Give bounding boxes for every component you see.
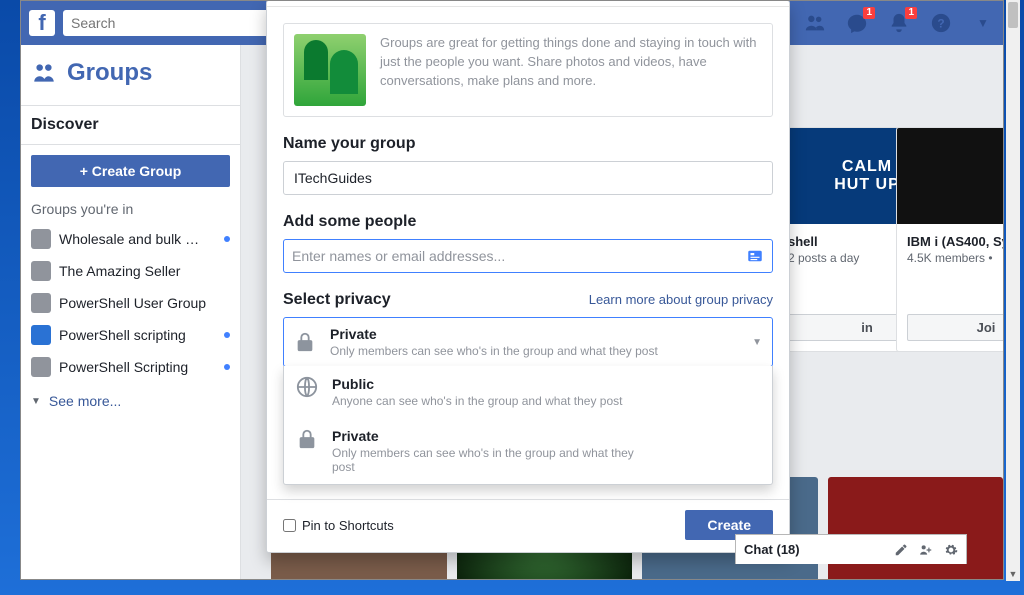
sidebar-header: Groups [21, 45, 240, 105]
lock-icon [294, 331, 316, 353]
topbar-right: 1 1 ? ▼ [803, 11, 995, 35]
create-group-button[interactable]: + Create Group [31, 155, 230, 187]
privacy-selected-title: Private [330, 326, 752, 342]
lock-icon [296, 428, 318, 450]
globe-icon [296, 376, 318, 398]
sidebar-title: Groups [67, 59, 152, 87]
add-people-field[interactable] [283, 239, 773, 273]
modal-intro: Groups are great for getting things done… [283, 23, 773, 117]
privacy-dropdown: Public Anyone can see who's in the group… [283, 366, 773, 485]
privacy-header: Select privacy Learn more about group pr… [267, 273, 789, 317]
group-label: PowerShell Scripting [59, 359, 218, 375]
group-thumb-icon [31, 229, 51, 249]
group-cover-image [897, 128, 1004, 224]
add-people-label: Add some people [267, 195, 789, 239]
notifications-icon[interactable]: 1 [887, 11, 911, 35]
svg-text:?: ? [937, 17, 944, 31]
unread-dot-icon [224, 364, 230, 370]
name-tag-icon[interactable] [746, 247, 764, 265]
sidebar-group-item[interactable]: The Amazing Seller [21, 255, 240, 287]
dropdown-icon[interactable]: ▼ [971, 11, 995, 35]
facebook-logo[interactable]: f [29, 10, 55, 36]
friend-requests-icon[interactable] [803, 11, 827, 35]
chevron-down-icon: ▼ [31, 396, 41, 407]
gear-icon[interactable] [944, 543, 958, 557]
join-button[interactable]: Joi [907, 314, 1004, 341]
create-group-modal: Groups are great for getting things done… [266, 0, 790, 553]
group-thumb-icon [31, 261, 51, 281]
chat-actions [894, 543, 958, 557]
suggested-group-card[interactable]: IBM i (AS400, System i) Gro 4.5K members… [896, 127, 1004, 352]
group-name-input[interactable] [283, 161, 773, 195]
intro-text: Groups are great for getting things done… [380, 34, 762, 106]
privacy-option-public[interactable]: Public Anyone can see who's in the group… [284, 366, 772, 418]
help-icon[interactable]: ? [929, 11, 953, 35]
sidebar-group-item[interactable]: PowerShell User Group [21, 287, 240, 319]
see-more-link[interactable]: ▼See more... [21, 383, 240, 419]
page-root: f 1 1 ? ▼ Groups Discover + Cre [20, 0, 1004, 580]
name-group-label: Name your group [267, 117, 789, 161]
pin-checkbox-input[interactable] [283, 519, 296, 532]
unread-dot-icon [224, 236, 230, 242]
pin-to-shortcuts-checkbox[interactable]: Pin to Shortcuts [283, 518, 394, 533]
chat-label: Chat (18) [744, 542, 800, 557]
page-scrollbar[interactable]: ▼ [1006, 0, 1020, 581]
sidebar-group-item[interactable]: PowerShell Scripting [21, 351, 240, 383]
privacy-learn-more-link[interactable]: Learn more about group privacy [589, 292, 773, 307]
scrollbar-thumb[interactable] [1008, 2, 1018, 28]
messages-badge: 1 [863, 7, 875, 19]
unread-dot-icon [224, 332, 230, 338]
select-privacy-label: Select privacy [283, 291, 391, 309]
group-card-meta: 4.5K members • [907, 251, 1004, 265]
add-people-input[interactable] [292, 248, 746, 264]
scroll-down-arrow[interactable]: ▼ [1006, 567, 1020, 581]
pin-label: Pin to Shortcuts [302, 518, 394, 533]
privacy-selected-sub: Only members can see who's in the group … [330, 344, 752, 358]
modal-top-border [267, 1, 789, 7]
option-title: Public [332, 376, 622, 392]
group-thumb-icon [31, 357, 51, 377]
option-sub: Anyone can see who's in the group and wh… [332, 394, 622, 408]
sidebar: Groups Discover + Create Group Groups yo… [21, 45, 241, 579]
chevron-down-icon: ▼ [752, 337, 762, 348]
add-people-icon[interactable] [918, 543, 934, 557]
option-title: Private [332, 428, 652, 444]
sidebar-group-item[interactable]: Wholesale and bulk … [21, 223, 240, 255]
group-card-title: IBM i (AS400, System i) Gro [907, 234, 1004, 249]
group-label: PowerShell scripting [59, 327, 218, 343]
privacy-select[interactable]: Private Only members can see who's in th… [283, 317, 773, 367]
intro-illustration [294, 34, 366, 106]
messages-icon[interactable]: 1 [845, 11, 869, 35]
group-label: PowerShell User Group [59, 295, 230, 311]
group-label: Wholesale and bulk … [59, 231, 218, 247]
group-label: The Amazing Seller [59, 263, 230, 279]
group-thumbnail[interactable] [828, 477, 1004, 580]
chat-dock[interactable]: Chat (18) [735, 534, 967, 564]
group-thumb-icon [31, 293, 51, 313]
option-sub: Only members can see who's in the group … [332, 446, 652, 474]
privacy-option-private[interactable]: Private Only members can see who's in th… [284, 418, 772, 484]
group-thumb-icon [31, 325, 51, 345]
compose-icon[interactable] [894, 543, 908, 557]
notifications-badge: 1 [905, 7, 917, 19]
groups-youre-in-label: Groups you're in [21, 201, 240, 223]
discover-link[interactable]: Discover [21, 105, 240, 145]
sidebar-group-item[interactable]: PowerShell scripting [21, 319, 240, 351]
modal-footer: Pin to Shortcuts Create [267, 499, 789, 540]
